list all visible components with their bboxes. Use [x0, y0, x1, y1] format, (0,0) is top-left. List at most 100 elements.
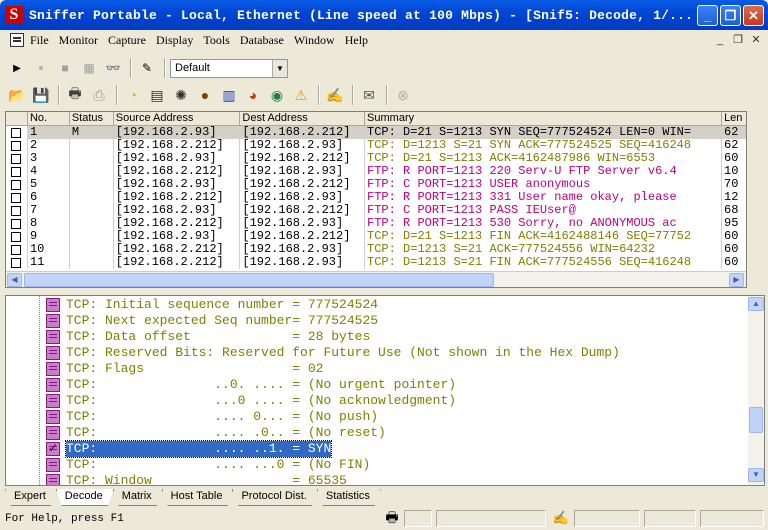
- close-button[interactable]: ✕: [743, 5, 764, 26]
- menu-tools[interactable]: Tools: [203, 33, 230, 48]
- menu-capture[interactable]: Capture: [108, 33, 146, 48]
- menu-database[interactable]: Database: [240, 33, 284, 48]
- column-no[interactable]: No.: [28, 112, 70, 125]
- column-status[interactable]: Status: [70, 112, 114, 125]
- row-checkbox[interactable]: [6, 126, 28, 139]
- decode-line[interactable]: TCP: ...0 .... = (No acknowledgment): [6, 393, 746, 409]
- menu-help[interactable]: Help: [345, 33, 368, 48]
- scroll-left-icon[interactable]: ◀: [7, 273, 22, 287]
- maximize-button[interactable]: ❐: [720, 5, 741, 26]
- decode-line[interactable]: TCP: .... ...0 = (No FIN): [6, 457, 746, 473]
- field-icon[interactable]: [46, 298, 60, 312]
- menu-file[interactable]: File: [30, 33, 49, 48]
- print-icon[interactable]: 🖶: [64, 84, 86, 106]
- field-icon[interactable]: [46, 378, 60, 392]
- pause-icon[interactable]: ⏸: [30, 57, 52, 79]
- field-icon[interactable]: [46, 458, 60, 472]
- scroll-down-icon[interactable]: ▼: [748, 468, 764, 482]
- filter-define-icon[interactable]: ✎: [136, 57, 158, 79]
- packet-row[interactable]: 1 M [192.168.2.93] [192.168.2.212] TCP: D=21…: [6, 126, 746, 139]
- decode-scrollbar[interactable]: ▲ ▼: [748, 296, 764, 485]
- column-source-address[interactable]: Source Address: [114, 112, 241, 125]
- sniffer-app-icon[interactable]: S: [5, 6, 23, 24]
- packet-row[interactable]: 11 [192.168.2.212] [192.168.2.93] TCP: D=12…: [6, 256, 746, 269]
- mdi-minimize-button[interactable]: _: [712, 33, 728, 47]
- column-len[interactable]: Len: [722, 112, 746, 125]
- scroll-thumb[interactable]: [749, 407, 763, 433]
- decode-line[interactable]: TCP: ..0. .... = (No urgent pointer): [6, 377, 746, 393]
- print-setup-icon[interactable]: ⎙: [88, 84, 110, 106]
- decode-line[interactable]: TCP: .... ..1. = SYN: [6, 440, 746, 458]
- row-checkbox[interactable]: [6, 256, 28, 269]
- decode-line[interactable]: TCP: Flags = 02: [6, 361, 746, 377]
- row-checkbox[interactable]: [6, 204, 28, 217]
- field-icon[interactable]: [46, 410, 60, 424]
- scroll-right-icon[interactable]: ▶: [729, 273, 744, 287]
- profile-select[interactable]: Default ▼: [170, 58, 288, 78]
- dashboard-icon[interactable]: ◔: [122, 84, 144, 106]
- row-checkbox[interactable]: [6, 165, 28, 178]
- packet-row[interactable]: 4 [192.168.2.212] [192.168.2.93] FTP: R POR…: [6, 165, 746, 178]
- protocol-distribution-icon[interactable]: ◕: [242, 84, 264, 106]
- packet-row[interactable]: 8 [192.168.2.212] [192.168.2.93] FTP: R POR…: [6, 217, 746, 230]
- minimize-button[interactable]: _: [697, 5, 718, 26]
- decode-line[interactable]: TCP: Window = 65535: [6, 473, 746, 485]
- checked-field-icon[interactable]: [46, 440, 60, 456]
- packet-row[interactable]: 5 [192.168.2.93] [192.168.2.212] FTP: C POR…: [6, 178, 746, 191]
- tab-matrix[interactable]: Matrix: [113, 489, 163, 506]
- decode-line[interactable]: TCP: Initial sequence number = 777524524: [6, 297, 746, 313]
- packet-list[interactable]: No. Status Source Address Dest Address S…: [5, 111, 747, 288]
- row-checkbox[interactable]: [6, 230, 28, 243]
- tab-statistics[interactable]: Statistics: [317, 489, 381, 506]
- row-checkbox[interactable]: [6, 139, 28, 152]
- field-icon[interactable]: [46, 394, 60, 408]
- expert-icon[interactable]: ✍: [324, 84, 346, 106]
- field-icon[interactable]: [46, 346, 60, 360]
- tab-decode[interactable]: Decode: [56, 489, 114, 506]
- packet-row[interactable]: 6 [192.168.2.212] [192.168.2.93] FTP: R POR…: [6, 191, 746, 204]
- row-checkbox[interactable]: [6, 243, 28, 256]
- field-icon[interactable]: [46, 314, 60, 328]
- decode-line[interactable]: TCP: Reserved Bits: Reserved for Future …: [6, 345, 746, 361]
- matrix-icon[interactable]: ✺: [170, 84, 192, 106]
- history-samples-icon[interactable]: ▥: [218, 84, 240, 106]
- global-statistics-icon[interactable]: ◉: [266, 84, 288, 106]
- menu-display[interactable]: Display: [156, 33, 193, 48]
- tab-expert[interactable]: Expert: [5, 489, 57, 506]
- stop-icon[interactable]: ■: [54, 57, 76, 79]
- decode-line[interactable]: TCP: .... 0... = (No push): [6, 409, 746, 425]
- chevron-down-icon[interactable]: ▼: [272, 59, 287, 77]
- packet-list-scrollbar[interactable]: ◀ ▶: [6, 271, 746, 287]
- row-checkbox[interactable]: [6, 191, 28, 204]
- decode-line[interactable]: TCP: Next expected Seq number= 777524525: [6, 313, 746, 329]
- mdi-close-button[interactable]: ✕: [748, 33, 764, 47]
- disabled-icon[interactable]: ⊗: [392, 84, 414, 106]
- field-icon[interactable]: [46, 362, 60, 376]
- decode-line[interactable]: TCP: Data offset = 28 bytes: [6, 329, 746, 345]
- tab-host-table[interactable]: Host Table: [162, 489, 234, 506]
- mdi-restore-button[interactable]: ❐: [730, 33, 746, 47]
- packet-row[interactable]: 7 [192.168.2.93] [192.168.2.212] FTP: C POR…: [6, 204, 746, 217]
- play-icon[interactable]: ▶: [6, 57, 28, 79]
- scroll-up-icon[interactable]: ▲: [748, 297, 764, 311]
- menu-window[interactable]: Window: [294, 33, 335, 48]
- address-book-icon[interactable]: ✉: [358, 84, 380, 106]
- column-summary[interactable]: Summary: [365, 112, 723, 125]
- packet-row[interactable]: 3 [192.168.2.93] [192.168.2.212] TCP: D=21 …: [6, 152, 746, 165]
- document-menu-icon[interactable]: [10, 33, 24, 47]
- open-icon[interactable]: 📂: [6, 84, 28, 106]
- application-response-icon[interactable]: ●: [194, 84, 216, 106]
- tab-protocol-dist[interactable]: Protocol Dist.: [232, 489, 317, 506]
- save-icon[interactable]: 💾: [30, 84, 52, 106]
- decode-pane[interactable]: TCP: Initial sequence number = 777524524…: [5, 295, 765, 486]
- menu-monitor[interactable]: Monitor: [59, 33, 98, 48]
- field-icon[interactable]: [46, 474, 60, 485]
- host-table-icon[interactable]: ▤: [146, 84, 168, 106]
- binoculars-icon[interactable]: 👓: [102, 57, 124, 79]
- stop-display-icon[interactable]: ▦: [78, 57, 100, 79]
- packet-row[interactable]: 10 [192.168.2.212] [192.168.2.93] TCP: D=12…: [6, 243, 746, 256]
- decode-line[interactable]: TCP: .... .0.. = (No reset): [6, 425, 746, 441]
- column-dest-address[interactable]: Dest Address: [240, 112, 366, 125]
- row-checkbox[interactable]: [6, 178, 28, 191]
- packet-row[interactable]: 2 [192.168.2.212] [192.168.2.93] TCP: D=121…: [6, 139, 746, 152]
